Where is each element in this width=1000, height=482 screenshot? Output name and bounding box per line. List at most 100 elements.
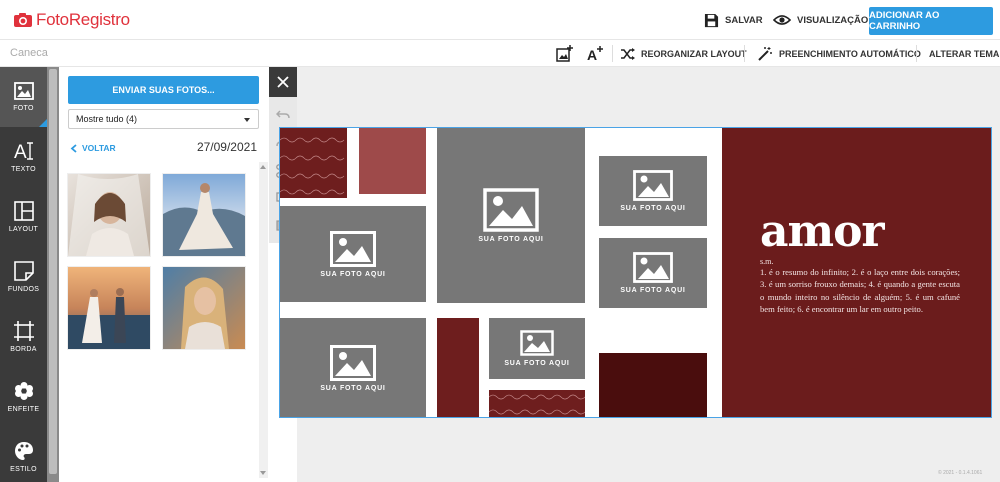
add-text-button[interactable]: A [586, 40, 609, 67]
sub-toolbar: Caneca A REORGANIZAR LAYOUT PREENCHIMENT… [0, 40, 1000, 67]
divider [744, 45, 745, 62]
tool-text[interactable]: A TEXTO [0, 127, 47, 187]
photo-bride-veil [68, 174, 150, 256]
photo-thumbnail[interactable] [68, 174, 150, 256]
reorganize-label: REORGANIZAR LAYOUT [641, 48, 747, 59]
magic-wand-icon [758, 46, 772, 61]
camera-logo-icon [14, 13, 32, 27]
tool-label: LAYOUT [8, 226, 39, 233]
photo-panel: ENVIAR SUAS FOTOS... Mostre tudo (4) VOL… [59, 67, 269, 482]
tool-label: BORDA [10, 346, 37, 353]
color-block-rose[interactable] [359, 128, 426, 194]
album-date: 27/09/2021 [196, 140, 257, 154]
photo-bride-dress-beach [163, 174, 245, 256]
save-label: SALVAR [725, 14, 763, 26]
color-block-dark-red[interactable] [599, 353, 707, 417]
logo-text: FotoRegistro [36, 10, 130, 29]
reorganize-layout-button[interactable]: REORGANIZAR LAYOUT [620, 40, 747, 67]
eye-icon [773, 15, 791, 25]
add-image-button[interactable] [556, 40, 579, 67]
divider [612, 45, 613, 62]
back-label: VOLTAR [82, 143, 116, 153]
layout-icon [13, 201, 34, 221]
svg-text:A: A [587, 47, 597, 62]
border-icon [13, 321, 34, 341]
close-icon [277, 76, 289, 88]
photo-thumbnail[interactable] [163, 174, 245, 256]
tool-label: ENFEITE [7, 406, 40, 413]
chevron-down-icon [244, 118, 250, 122]
love-pattern [489, 394, 585, 415]
tool-border[interactable]: BORDA [0, 307, 47, 367]
scrollbar-thumb[interactable] [49, 69, 57, 474]
add-text-icon: A [587, 46, 603, 62]
add-image-icon [556, 45, 573, 62]
active-indicator [39, 119, 47, 127]
version-text: © 2021 - 0.1.4.1061 [938, 470, 983, 476]
sidebar-scrollbar[interactable] [47, 67, 59, 482]
divider [916, 45, 917, 62]
product-name: Caneca [10, 47, 48, 59]
color-block-burgundy[interactable] [437, 318, 479, 417]
palette-icon [14, 442, 33, 460]
tool-photo[interactable]: FOTO [0, 67, 47, 127]
preview-button[interactable]: VISUALIZAÇÃO [773, 0, 868, 40]
quote-title[interactable]: amor [760, 206, 885, 257]
tool-label: FUNDOS [7, 286, 40, 293]
tool-label: TEXTO [11, 166, 36, 173]
photo-thumbnail[interactable] [163, 267, 245, 349]
top-header: FotoRegistro SALVAR VISUALIZAÇÃO ADICION… [0, 0, 1000, 40]
scroll-down-icon[interactable] [260, 471, 266, 475]
photo-filter-select[interactable]: Mostre tudo (4) [68, 109, 259, 129]
slot-label: SUA FOTO AQUI [620, 287, 686, 294]
image-placeholder-icon [633, 252, 673, 283]
change-theme-button[interactable]: ALTERAR TEMA [929, 40, 999, 67]
photo-slot[interactable]: SUA FOTO AQUI [599, 238, 707, 308]
logo[interactable]: FotoRegistro [13, 10, 130, 30]
change-theme-label: ALTERAR TEMA [929, 48, 1000, 59]
photo-slot[interactable]: SUA FOTO AQUI [599, 156, 707, 226]
tool-style[interactable]: ESTILO [0, 427, 47, 482]
add-to-cart-button[interactable]: ADICIONAR AO CARRINHO [869, 7, 993, 35]
love-pattern [280, 137, 345, 195]
image-icon [13, 82, 34, 100]
save-icon [704, 13, 719, 27]
tool-layout[interactable]: LAYOUT [0, 187, 47, 247]
text-icon: A [14, 142, 33, 161]
tool-label: ESTILO [10, 466, 37, 473]
tool-backgrounds[interactable]: FUNDOS [0, 247, 47, 307]
word-class[interactable]: s.m. [760, 257, 773, 266]
autofill-button[interactable]: PREENCHIMENTO AUTOMÁTICO [757, 40, 921, 67]
tool-sidebar: FOTO A TEXTO LAYOUT FUNDOS BORDA ENFEITE… [0, 67, 47, 482]
svg-text:A: A [14, 142, 27, 161]
photo-slot[interactable]: SUA FOTO AQUI [280, 206, 426, 302]
quote-panel[interactable]: amor s.m. 1. é o resumo do infinito; 2. … [722, 128, 991, 417]
love-pattern-block[interactable] [280, 128, 347, 198]
photo-woman-portrait [163, 267, 245, 349]
image-placeholder-icon [633, 170, 673, 201]
photo-thumbnail[interactable] [68, 267, 150, 349]
preview-label: VISUALIZAÇÃO [797, 14, 869, 26]
back-link[interactable]: VOLTAR [70, 143, 116, 153]
tool-ornament[interactable]: ENFEITE [0, 367, 47, 427]
quote-definition[interactable]: 1. é o resumo do infinito; 2. é o laço e… [760, 266, 960, 315]
mug-design[interactable]: SUA FOTO AQUI SUA FOTO AQUI SUA FOTO AQU… [279, 127, 992, 418]
filter-value: Mostre tudo (4) [76, 114, 138, 124]
image-placeholder-icon [330, 230, 376, 267]
panel-scrollbar[interactable] [259, 162, 268, 478]
photo-slot[interactable]: SUA FOTO AQUI [280, 318, 426, 417]
photo-slot-small[interactable]: SUA FOTO AQUI [489, 318, 585, 379]
image-placeholder-icon [483, 188, 539, 232]
image-placeholder-icon [520, 330, 554, 356]
scroll-up-icon[interactable] [260, 165, 266, 169]
photo-slot-large[interactable]: SUA FOTO AQUI [437, 128, 585, 303]
tool-label: FOTO [13, 105, 34, 112]
image-placeholder-icon [330, 345, 376, 381]
close-panel-button[interactable] [269, 67, 297, 97]
background-icon [13, 261, 34, 281]
save-button[interactable]: SALVAR [704, 0, 763, 40]
undo-button[interactable] [275, 107, 291, 123]
upload-photos-button[interactable]: ENVIAR SUAS FOTOS... [68, 76, 259, 104]
love-pattern-block[interactable] [489, 390, 585, 417]
flower-icon [14, 382, 33, 400]
